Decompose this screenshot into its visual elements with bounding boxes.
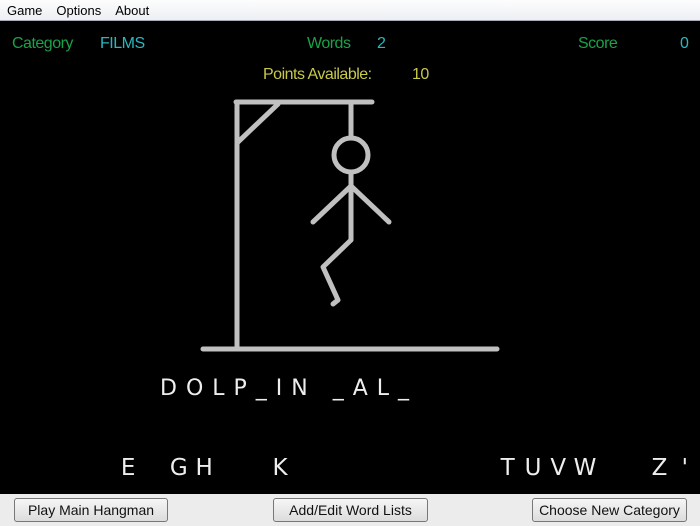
leg [320, 237, 354, 307]
hangman-drawing [200, 99, 500, 352]
gallows-brace [235, 101, 281, 145]
letter-button[interactable]: H [194, 455, 214, 481]
letter-button[interactable]: W [574, 455, 597, 481]
letter-button[interactable]: Z [650, 455, 670, 481]
letter-button[interactable]: T [498, 455, 518, 481]
letter-button[interactable]: ' [675, 455, 695, 481]
choose-new-category-button[interactable]: Choose New Category [532, 498, 687, 522]
play-main-hangman-button[interactable]: Play Main Hangman [14, 498, 168, 522]
word-display: DOLP_IN _AL_ [160, 376, 419, 401]
head [331, 135, 371, 175]
button-bar: Play Main Hangman Add/Edit Word Lists Ch… [0, 494, 700, 526]
letter-button[interactable]: K [270, 455, 290, 481]
letter-button[interactable]: G [169, 455, 189, 481]
letter-button[interactable]: E [118, 455, 138, 481]
letter-button[interactable]: U [523, 455, 543, 481]
letter-button[interactable]: V [548, 455, 568, 481]
left-arm [310, 183, 354, 225]
add-edit-word-lists-button[interactable]: Add/Edit Word Lists [273, 498, 428, 522]
right-arm [348, 183, 392, 225]
